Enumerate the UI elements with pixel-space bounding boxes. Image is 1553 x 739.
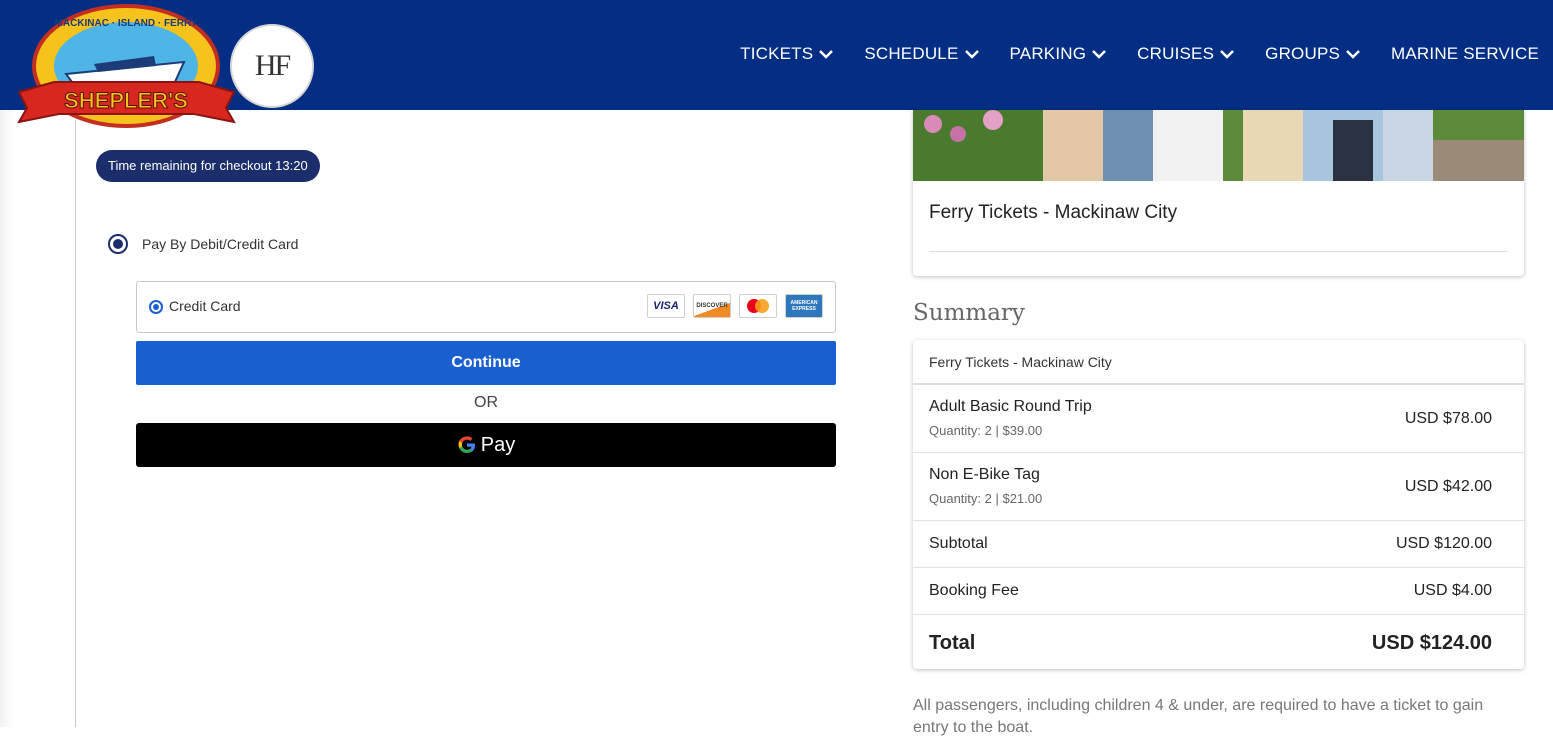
total-label: Total bbox=[929, 632, 976, 654]
total-amount: USD $124.00 bbox=[1371, 632, 1492, 654]
logo-ring-text: MACKINAC · ISLAND · FERRY bbox=[55, 18, 198, 29]
nav-cruises[interactable]: CRUISES bbox=[1137, 44, 1235, 64]
nav-marine-service[interactable]: MARINE SERVICE bbox=[1391, 44, 1539, 64]
continue-button[interactable]: Continue bbox=[136, 341, 836, 385]
sheplers-logo[interactable]: SHEPLER'S MACKINAC · ISLAND · FERRY bbox=[14, 4, 239, 132]
pay-by-card-radio[interactable] bbox=[108, 234, 128, 254]
order-summary: Ferry Tickets - Mackinaw City Adult Basi… bbox=[913, 340, 1524, 669]
nav-schedule-label: SCHEDULE bbox=[864, 44, 959, 63]
google-pay-label: Pay bbox=[480, 433, 516, 456]
nav-parking[interactable]: PARKING bbox=[1010, 44, 1108, 64]
ticket-notice: All passengers, including children 4 & u… bbox=[913, 697, 1484, 736]
nav-groups-label: GROUPS bbox=[1265, 44, 1341, 63]
pay-by-card-option[interactable]: Pay By Debit/Credit Card bbox=[108, 234, 298, 254]
hf-monogram: HF bbox=[254, 49, 291, 82]
summary-divider bbox=[913, 614, 1524, 615]
product-card: Ferry Tickets - Mackinaw City bbox=[913, 110, 1524, 276]
hoffmann-family-logo[interactable]: HF bbox=[230, 24, 314, 108]
chevron-down-icon bbox=[964, 50, 979, 59]
line-item-quantity: Quantity: 2 | $39.00 bbox=[929, 423, 1043, 438]
product-divider bbox=[929, 251, 1508, 252]
summary-divider bbox=[913, 452, 1524, 453]
booking-fee-label: Booking Fee bbox=[929, 582, 1019, 599]
booking-fee-amount: USD $4.00 bbox=[1413, 582, 1492, 599]
logo-brand-text: SHEPLER'S bbox=[64, 88, 188, 113]
subtotal-label: Subtotal bbox=[929, 535, 988, 552]
nav-parking-label: PARKING bbox=[1009, 44, 1087, 63]
nav-cruises-label: CRUISES bbox=[1137, 44, 1215, 63]
nav-groups[interactable]: GROUPS bbox=[1265, 44, 1361, 64]
chevron-down-icon bbox=[1092, 50, 1107, 59]
visa-icon: VISA bbox=[647, 294, 685, 318]
chevron-down-icon bbox=[1346, 50, 1360, 59]
mastercard-icon bbox=[739, 294, 777, 318]
amex-icon: AMERICAN EXPRESS bbox=[785, 294, 823, 318]
summary-product-name: Ferry Tickets - Mackinaw City bbox=[929, 354, 1112, 370]
line-item-amount: USD $78.00 bbox=[1404, 410, 1492, 427]
chevron-down-icon bbox=[1220, 50, 1235, 59]
line-item-amount: USD $42.00 bbox=[1404, 478, 1492, 495]
credit-card-radio[interactable] bbox=[149, 300, 163, 314]
line-item-label: Non E-Bike Tag bbox=[929, 466, 1040, 483]
google-g-icon bbox=[458, 436, 475, 453]
product-title: Ferry Tickets - Mackinaw City bbox=[929, 202, 1178, 223]
card-brands: VISA DISCOVER AMERICAN EXPRESS bbox=[647, 294, 823, 318]
nav-schedule[interactable]: SCHEDULE bbox=[864, 44, 979, 64]
pay-by-card-label: Pay By Debit/Credit Card bbox=[142, 236, 299, 252]
google-pay-button[interactable]: Pay bbox=[136, 423, 836, 467]
discover-icon: DISCOVER bbox=[693, 294, 731, 318]
chevron-down-icon bbox=[819, 50, 834, 59]
line-item-label: Adult Basic Round Trip bbox=[929, 398, 1092, 415]
nav-tickets[interactable]: TICKETS bbox=[740, 44, 834, 64]
checkout-timer: Time remaining for checkout 13:20 bbox=[96, 150, 320, 182]
content-divider bbox=[75, 120, 76, 727]
left-gutter bbox=[0, 110, 14, 727]
or-separator: OR bbox=[474, 394, 498, 411]
summary-divider bbox=[913, 567, 1524, 568]
credit-card-option[interactable]: Credit Card VISA DISCOVER AMERICAN EXPRES… bbox=[136, 281, 836, 333]
main-nav: TICKETS SCHEDULE PARKING CRUISES GROUPS … bbox=[710, 44, 1539, 64]
summary-divider bbox=[913, 520, 1524, 521]
subtotal-amount: USD $120.00 bbox=[1395, 535, 1492, 552]
summary-divider bbox=[913, 383, 1524, 385]
line-item-quantity: Quantity: 2 | $21.00 bbox=[929, 491, 1043, 506]
product-photo bbox=[913, 110, 1524, 181]
summary-heading: Summary bbox=[913, 300, 1025, 326]
nav-marine-service-label: MARINE SERVICE bbox=[1391, 44, 1539, 63]
nav-tickets-label: TICKETS bbox=[740, 44, 814, 63]
credit-card-label: Credit Card bbox=[169, 298, 241, 314]
